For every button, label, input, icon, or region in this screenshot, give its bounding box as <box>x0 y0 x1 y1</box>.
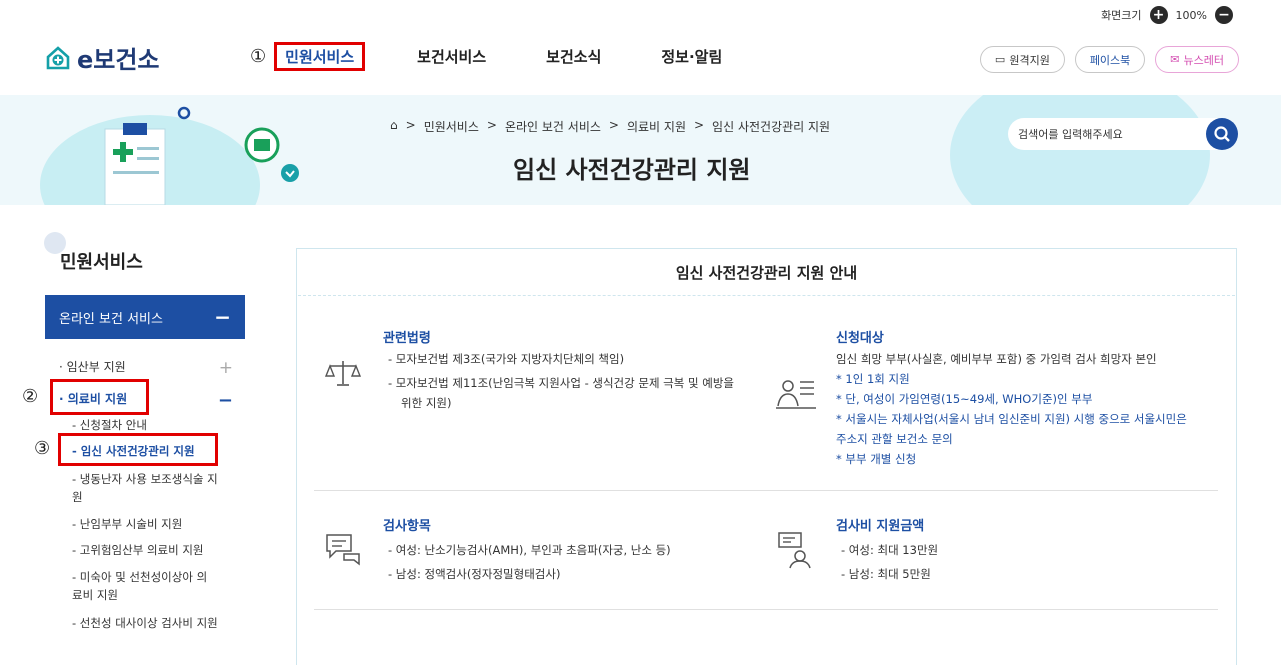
consult-icon <box>778 532 811 569</box>
mail-icon: ✉ <box>1170 53 1180 66</box>
lnb-sub-item[interactable]: - 신청절차 안내 <box>72 416 242 434</box>
person-desk-icon <box>776 380 816 409</box>
banner-blob <box>950 95 1210 205</box>
clipboard-icon <box>104 123 166 205</box>
circle-decoration-icon <box>177 106 191 120</box>
annotation-box <box>58 433 218 466</box>
utility-buttons: ▭ 원격지원 페이스북 ✉ 뉴스레터 <box>979 46 1239 73</box>
target-line: * 1인 1회 지원 <box>836 372 910 386</box>
page-title: 임신 사전건강관리 지원 <box>513 156 751 184</box>
lnb-head-label: 온라인 보건 서비스 <box>59 311 163 327</box>
logo-text: e보건소 <box>77 46 160 74</box>
newsletter-button[interactable]: ✉ 뉴스레터 <box>1155 46 1239 73</box>
amount-line: - 여성: 최대 13만원 <box>841 543 939 557</box>
divider <box>298 295 1235 296</box>
breadcrumb: ⌂ > 민원서비스 > 온라인 보건 서비스 > 의료비 지원 > 임신 사전건… <box>390 118 831 135</box>
nav-info-notice[interactable]: 정보·알림 <box>661 46 722 67</box>
zoom-out-icon[interactable]: − <box>1215 6 1233 24</box>
law-line: - 모자보건법 제3조(국가와 지방자치단체의 책임) <box>388 352 625 366</box>
facebook-label: 페이스북 <box>1089 53 1131 67</box>
zoom-control: 화면크기 + 100% − <box>1101 6 1233 24</box>
divider <box>314 490 1218 491</box>
target-line: * 단, 여성이 가임연령(15~49세, WHO기준)인 부부 <box>836 392 1093 406</box>
lnb-title: 민원서비스 <box>60 252 143 273</box>
lnb-sub-item[interactable]: - 고위험임산부 의료비 지원 <box>72 541 242 559</box>
divider <box>314 609 1218 610</box>
remote-support-label: 원격지원 <box>1009 53 1050 67</box>
nav-civil-service[interactable]: 민원서비스 <box>274 42 366 71</box>
annotation-marker-3: ③ <box>34 438 51 459</box>
law-line: 위한 지원) <box>401 396 452 410</box>
tests-title: 검사항목 <box>383 519 431 534</box>
lnb-sub-item[interactable]: - 선천성 대사이상 검사비 지원 <box>72 614 242 632</box>
lnb-item-label: · 임산부 지원 <box>59 360 126 374</box>
tests-line: - 여성: 난소기능검사(AMH), 부인과 초음파(자궁, 난소 등) <box>388 543 671 557</box>
lnb-online-health-service[interactable]: 온라인 보건 서비스 − <box>45 295 245 339</box>
law-title: 관련법령 <box>383 331 431 346</box>
content-box <box>296 248 1237 665</box>
plus-icon: + <box>218 358 233 378</box>
annotation-marker-1: ① <box>250 46 267 67</box>
newsletter-label: 뉴스레터 <box>1183 53 1224 67</box>
zoom-in-icon[interactable]: + <box>1149 6 1168 24</box>
remote-support-button[interactable]: ▭ 원격지원 <box>979 46 1065 73</box>
medicine-icon <box>244 127 299 182</box>
target-line: * 부부 개별 신청 <box>836 452 917 466</box>
nav-health-service[interactable]: 보건서비스 <box>417 46 486 67</box>
breadcrumb-item[interactable]: 온라인 보건 서비스 <box>505 118 601 135</box>
content-title: 임신 사전건강관리 지원 안내 <box>675 264 858 282</box>
scale-icon <box>324 361 362 386</box>
target-line: 주소지 관할 보건소 문의 <box>836 432 953 446</box>
lnb-sub-item[interactable]: - 난임부부 시술비 지원 <box>72 515 242 533</box>
home-icon[interactable]: ⌂ <box>390 118 398 135</box>
breadcrumb-item[interactable]: 의료비 지원 <box>627 118 686 135</box>
search-icon[interactable] <box>1206 118 1238 150</box>
lnb-sub-item[interactable]: - 냉동난자 사용 보조생식술 지원 <box>72 470 222 506</box>
law-line: - 모자보건법 제11조(난임극복 지원사업 - 생식건강 문제 극복 및 예방… <box>388 376 734 390</box>
amount-line: - 남성: 최대 5만원 <box>841 567 931 581</box>
search-input[interactable] <box>1018 127 1198 141</box>
facebook-button[interactable]: 페이스북 <box>1074 46 1146 73</box>
target-title: 신청대상 <box>836 331 884 346</box>
annotation-marker-2: ② <box>22 386 39 407</box>
site-logo[interactable]: e보건소 <box>45 40 160 75</box>
annotation-box <box>50 379 149 415</box>
tests-line: - 남성: 정액검사(정자정밀형태검사) <box>388 567 561 581</box>
lnb-sub-item[interactable]: - 미숙아 및 선천성이상아 의료비 지원 <box>72 568 212 604</box>
minus-icon: − <box>217 390 233 411</box>
lnb-item-pregnant-support[interactable]: · 임산부 지원 + <box>45 358 245 378</box>
search-box <box>1008 118 1238 150</box>
breadcrumb-item[interactable]: 민원서비스 <box>424 118 479 135</box>
amount-title: 검사비 지원금액 <box>836 519 925 534</box>
zoom-label: 화면크기 <box>1101 9 1142 22</box>
target-line: 임신 희망 부부(사실혼, 예비부부 포함) 중 가임력 검사 희망자 본인 <box>836 352 1157 366</box>
target-line: * 서울시는 자체사업(서울시 남녀 임신준비 지원) 시행 중으로 서울시민은 <box>836 412 1187 426</box>
main-nav: ① 민원서비스 보건서비스 보건소식 정보·알림 <box>250 42 782 71</box>
minus-icon: − <box>214 305 231 329</box>
speech-bubble-icon <box>326 534 360 566</box>
monitor-icon: ▭ <box>994 53 1006 66</box>
house-cross-icon <box>46 45 70 69</box>
zoom-value: 100% <box>1175 8 1207 22</box>
nav-health-news[interactable]: 보건소식 <box>546 46 601 67</box>
breadcrumb-item[interactable]: 임신 사전건강관리 지원 <box>712 118 830 135</box>
